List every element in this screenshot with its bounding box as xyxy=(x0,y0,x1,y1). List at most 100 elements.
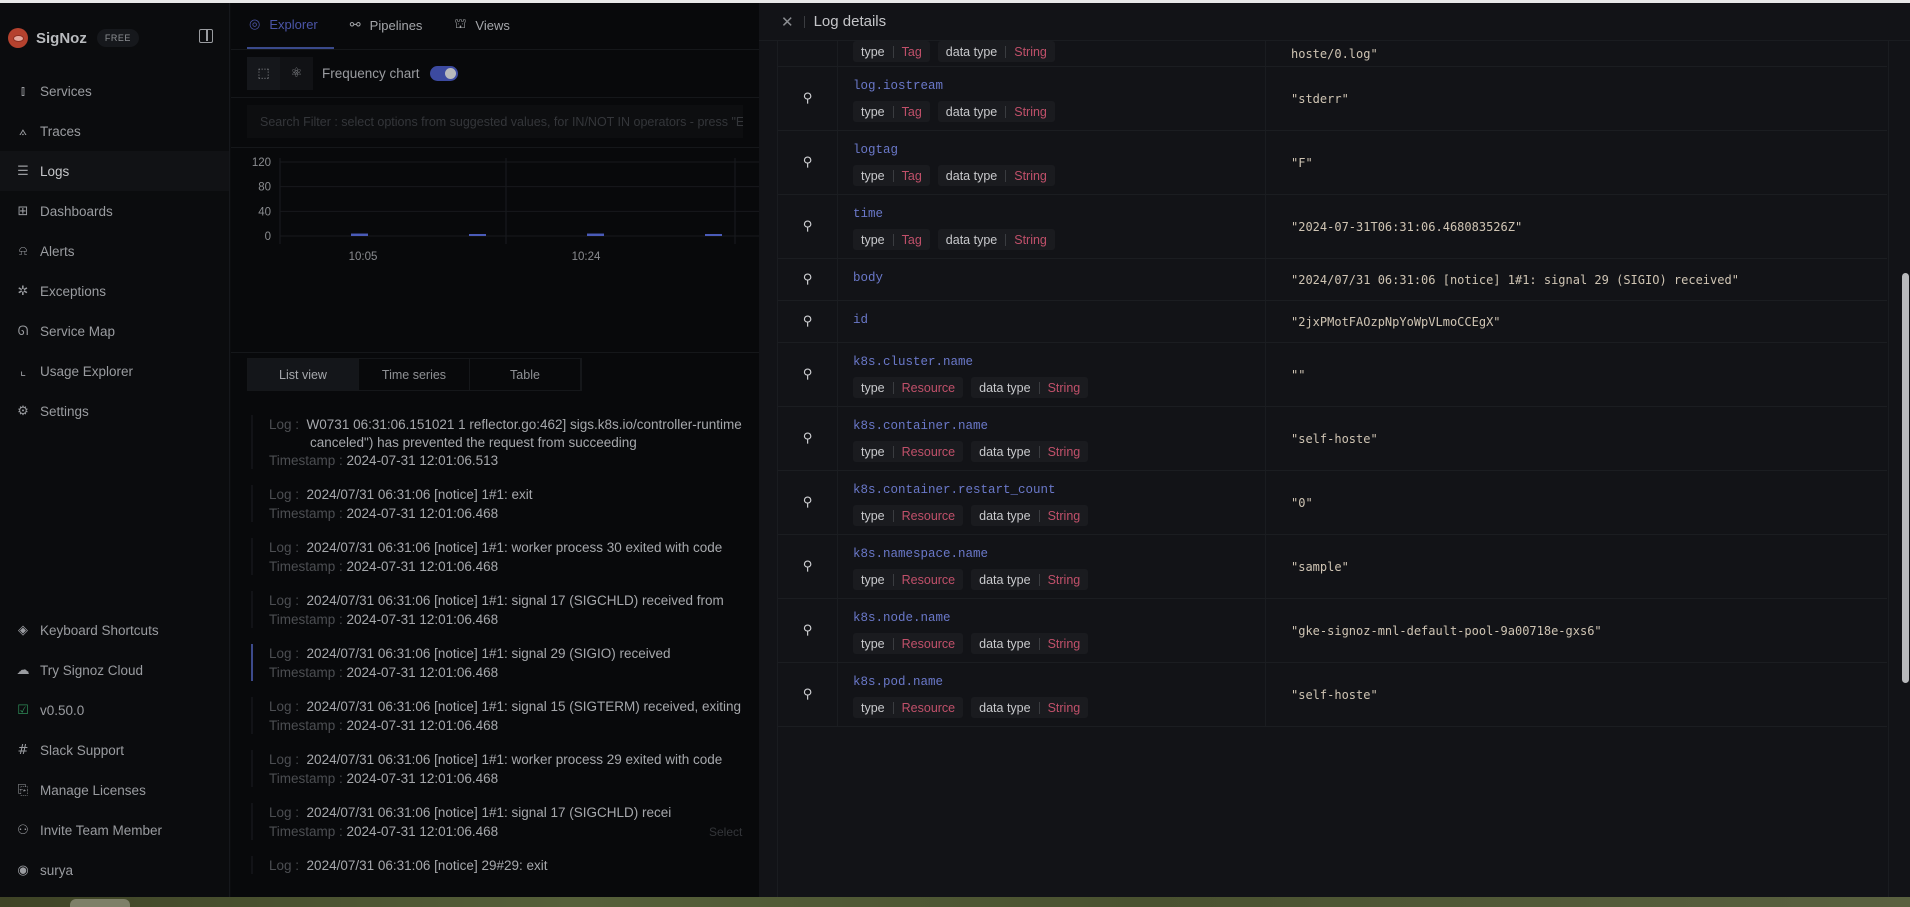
sidebar-item-manage-licenses[interactable]: ⎘ Manage Licenses xyxy=(0,770,229,810)
pin-icon[interactable]: ⚲ xyxy=(803,219,813,234)
view-tab-list-view[interactable]: List view xyxy=(248,359,359,390)
chip-value: String xyxy=(1014,44,1047,59)
sidebar-item-services[interactable]: ⫾ Services xyxy=(0,71,229,111)
log-row[interactable]: Log : 2024/07/31 06:31:06 [notice] 1#1: … xyxy=(231,530,759,583)
attribute-key[interactable]: log.iostream xyxy=(853,77,1265,95)
sidebar-item-settings[interactable]: ⚙ Settings xyxy=(0,391,229,431)
attribute-value[interactable]: "sample" xyxy=(1266,535,1887,598)
log-line: Log : 2024/07/31 06:31:06 [notice] 1#1: … xyxy=(269,803,759,822)
log-row[interactable]: Log : 2024/07/31 06:31:06 [notice] 1#1: … xyxy=(231,689,759,742)
sidebar-item-exceptions[interactable]: ✲ Exceptions xyxy=(0,271,229,311)
timestamp-line: Timestamp : 2024-07-31 12:01:06.468 xyxy=(269,769,759,788)
attribute-key[interactable]: body xyxy=(853,269,1265,287)
brand[interactable]: SigNoz FREE xyxy=(8,25,139,51)
log-label: Log : xyxy=(269,646,300,661)
sidebar-item-logs[interactable]: ☰ Logs xyxy=(0,151,229,191)
log-row[interactable]: Log : 2024/07/31 06:31:06 [notice] 1#1: … xyxy=(231,477,759,530)
chart-bar[interactable] xyxy=(469,234,486,236)
sidebar-item-service-map[interactable]: ᘏ Service Map xyxy=(0,311,229,351)
chip-divider xyxy=(892,233,894,246)
frequency-chart-toggle[interactable] xyxy=(429,66,458,81)
attribute-key[interactable]: k8s.cluster.name xyxy=(853,353,1265,371)
log-row[interactable]: Log : 2024/07/31 06:31:06 [notice] 1#1: … xyxy=(231,795,759,848)
attribute-value[interactable]: "stderr" xyxy=(1266,67,1887,130)
attribute-key[interactable]: k8s.namespace.name xyxy=(853,545,1265,563)
sidebar-item-surya[interactable]: ◉ surya xyxy=(0,850,229,890)
log-row-indicator xyxy=(251,750,253,787)
sidebar-item-traces[interactable]: ⟑ Traces xyxy=(0,111,229,151)
attribute-key[interactable]: k8s.container.restart_count xyxy=(853,481,1265,499)
log-details-drawer: ✕ Log details type Tag data type String host… xyxy=(759,3,1910,897)
attribute-value[interactable]: "gke-signoz-mnl-default-pool-9a00718e-gx… xyxy=(1266,599,1887,662)
chart-bar[interactable] xyxy=(705,234,722,236)
log-line: Log : W0731 06:31:06.151021 1 reflector.… xyxy=(269,415,759,434)
attribute-value[interactable]: "self-hoste" xyxy=(1266,663,1887,726)
log-row[interactable]: Log : 2024/07/31 06:31:06 [notice] 29#29… xyxy=(231,848,759,882)
sidebar-item-v0-50-0[interactable]: ☑ v0.50.0 xyxy=(0,690,229,730)
sidebar-item-alerts[interactable]: ⍾ Alerts xyxy=(0,231,229,271)
attribute-value[interactable]: "self-hoste" xyxy=(1266,407,1887,470)
log-row[interactable]: Log : 2024/07/31 06:31:06 [notice] 1#1: … xyxy=(231,583,759,636)
attribute-key[interactable]: k8s.node.name xyxy=(853,609,1265,627)
pin-icon[interactable]: ⚲ xyxy=(803,367,813,382)
attribute-value[interactable]: "2024/07/31 06:31:06 [notice] 1#1: signa… xyxy=(1266,259,1887,300)
attribute-key[interactable]: time xyxy=(853,205,1265,223)
sidebar-item-try-signoz-cloud[interactable]: ☁ Try Signoz Cloud xyxy=(0,650,229,690)
chart-bar[interactable] xyxy=(351,233,368,236)
query-builder-button[interactable]: ⬚ xyxy=(247,57,280,90)
chip-value: Tag xyxy=(901,44,922,59)
pin-icon[interactable]: ⚲ xyxy=(803,687,813,702)
sidebar-item-label: Dashboards xyxy=(40,203,113,219)
sidebar-collapse-icon[interactable] xyxy=(199,29,213,43)
log-row[interactable]: Log : 2024/07/31 06:31:06 [notice] 1#1: … xyxy=(231,742,759,795)
search-filter-input[interactable] xyxy=(247,105,743,138)
pin-icon[interactable]: ⚲ xyxy=(803,91,813,106)
close-icon[interactable]: ✕ xyxy=(781,13,794,31)
attribute-key[interactable]: k8s.pod.name xyxy=(853,673,1265,691)
attribute-value[interactable]: hoste/0.log" xyxy=(1266,41,1887,66)
timestamp-label: Timestamp : xyxy=(269,453,343,468)
log-message: 2024/07/31 06:31:06 [notice] 1#1: exit xyxy=(306,487,533,502)
pin-icon[interactable]: ⚲ xyxy=(803,155,813,170)
log-row[interactable]: Log : W0731 06:31:06.151021 1 reflector.… xyxy=(231,407,759,477)
pin-icon[interactable]: ⚲ xyxy=(803,623,813,638)
pin-icon[interactable]: ⚲ xyxy=(803,559,813,574)
sidebar-item-invite-team-member[interactable]: ⚇ Invite Team Member xyxy=(0,810,229,850)
attribute-value[interactable]: "2jxPMotFAOzpNpYoWpVLmoCCEgX" xyxy=(1266,301,1887,342)
log-row[interactable]: Log : 2024/07/31 06:31:06 [notice] 1#1: … xyxy=(231,636,759,689)
sidebar-item-usage-explorer[interactable]: ⌞ Usage Explorer xyxy=(0,351,229,391)
timestamp-line: Timestamp : 2024-07-31 12:01:06.468 xyxy=(269,716,759,735)
attribute-key[interactable]: k8s.container.name xyxy=(853,417,1265,435)
scrollbar-thumb[interactable] xyxy=(1902,273,1909,683)
attribute-key[interactable]: id xyxy=(853,311,1265,329)
sidebar: SigNoz FREE ⫾ Services ⟑ Traces ☰ Logs ⊞ Dashbo… xyxy=(0,3,230,897)
attribute-value[interactable]: "2024-07-31T06:31:06.468083526Z" xyxy=(1266,195,1887,258)
attribute-key[interactable]: logtag xyxy=(853,141,1265,159)
attribute-value[interactable]: "F" xyxy=(1266,131,1887,194)
log-label: Log : xyxy=(269,858,300,873)
pin-icon[interactable]: ⚲ xyxy=(803,431,813,446)
sidebar-item-slack-support[interactable]: # Slack Support xyxy=(0,730,229,770)
clickhouse-button[interactable]: ⚛ xyxy=(280,57,313,90)
tab-pipelines[interactable]: ⚯ Pipelines xyxy=(348,3,439,49)
sidebar-item-dashboards[interactable]: ⊞ Dashboards xyxy=(0,191,229,231)
draft-compass-icon: ⟑ xyxy=(19,123,27,139)
pin-icon[interactable]: ⚲ xyxy=(803,314,813,329)
view-tab-table[interactable]: Table xyxy=(470,359,581,390)
view-tab-time-series[interactable]: Time series xyxy=(359,359,470,390)
sidebar-item-label: Traces xyxy=(40,123,81,139)
attribute-chips: type Resource data type String xyxy=(853,633,1265,654)
pin-icon[interactable]: ⚲ xyxy=(803,495,813,510)
log-row-indicator xyxy=(251,538,253,575)
chip-label: data type xyxy=(945,104,998,119)
type-chip: type Resource xyxy=(853,377,964,398)
log-message-continued: canceled") has prevented the request fro… xyxy=(310,435,637,450)
tab-views[interactable]: ⛫ Views xyxy=(452,3,525,49)
user-plus-icon: ⚇ xyxy=(17,822,29,838)
tab-explorer[interactable]: ◎ Explorer xyxy=(247,3,334,49)
attribute-value[interactable]: "0" xyxy=(1266,471,1887,534)
sidebar-item-keyboard-shortcuts[interactable]: ◈ Keyboard Shortcuts xyxy=(0,610,229,650)
pin-icon[interactable]: ⚲ xyxy=(803,272,813,287)
chart-bar[interactable] xyxy=(587,233,604,236)
attribute-value[interactable]: "" xyxy=(1266,343,1887,406)
